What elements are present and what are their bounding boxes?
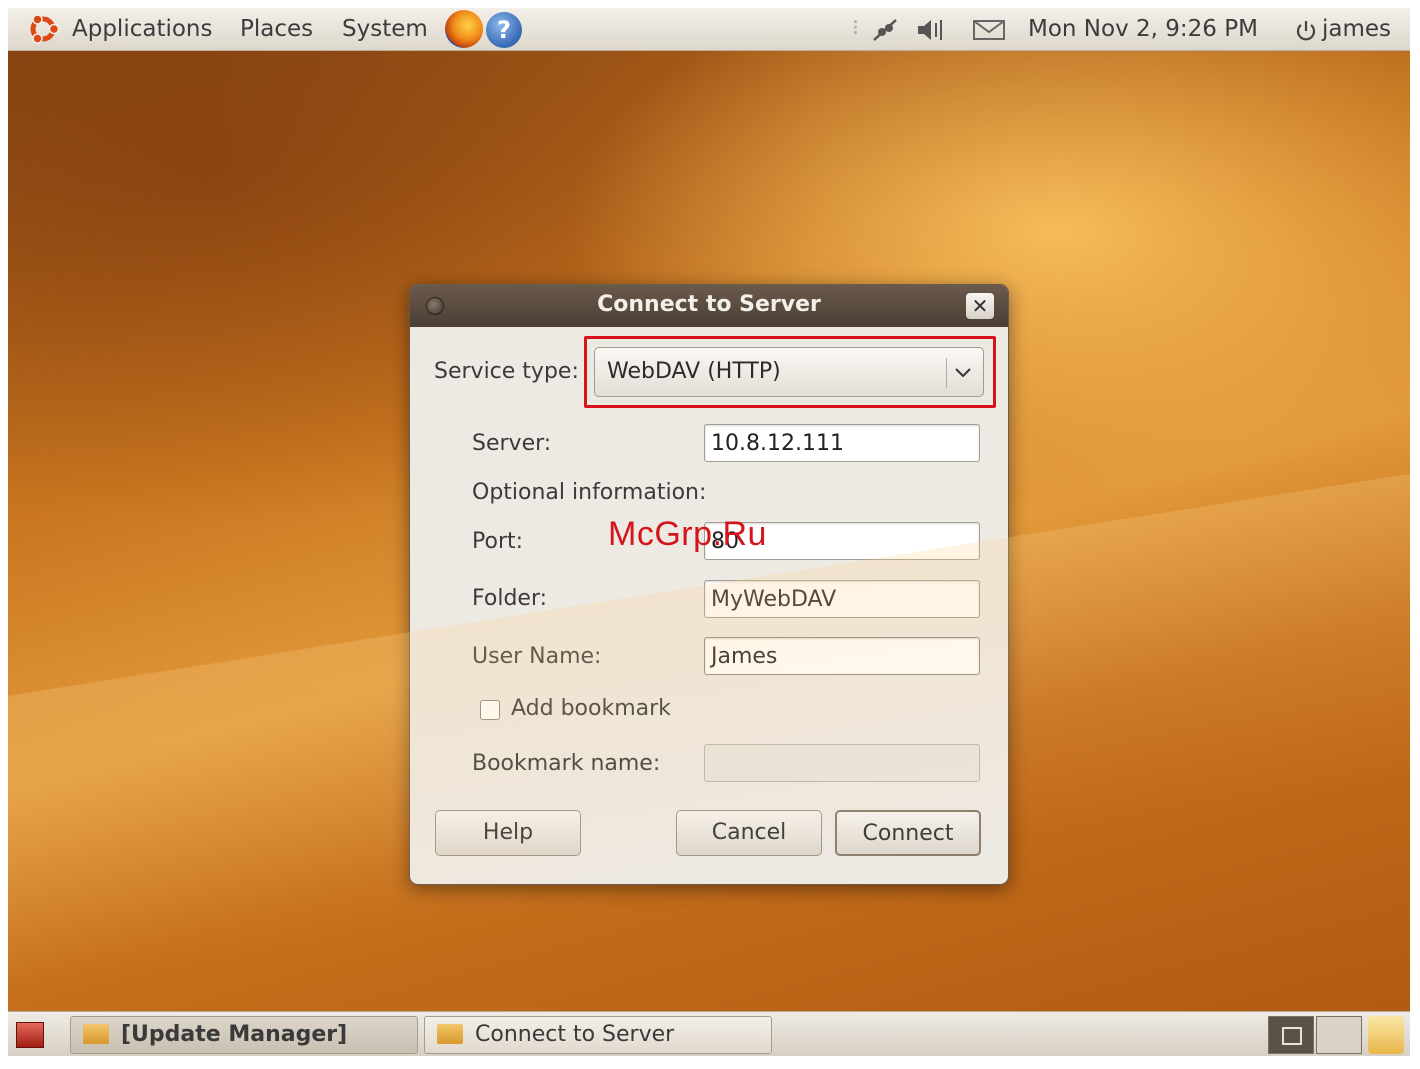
firefox-icon[interactable] xyxy=(445,10,483,48)
bottom-panel: [Update Manager] Connect to Server xyxy=(8,1011,1410,1056)
connect-to-server-dialog: Connect to Server ✕ Service type: WebDAV… xyxy=(409,284,1009,885)
mail-icon[interactable] xyxy=(972,18,1006,42)
username-field[interactable]: James xyxy=(704,637,980,675)
folder-icon xyxy=(437,1024,463,1044)
menu-places[interactable]: Places xyxy=(240,15,313,43)
dialog-title: Connect to Server xyxy=(597,292,821,317)
top-panel: Applications Places System ? ⁝ Mon Nov 2… xyxy=(8,8,1410,51)
power-icon[interactable] xyxy=(1294,19,1318,43)
task-label: Connect to Server xyxy=(475,1022,675,1047)
username-label: User Name: xyxy=(472,644,602,669)
show-desktop-icon[interactable] xyxy=(16,1022,44,1048)
port-label: Port: xyxy=(472,529,524,554)
folder-label: Folder: xyxy=(472,586,548,611)
workspace-2[interactable] xyxy=(1316,1016,1362,1054)
clock[interactable]: Mon Nov 2, 9:26 PM xyxy=(1028,15,1258,43)
add-bookmark-checkbox[interactable] xyxy=(480,700,500,720)
combo-separator xyxy=(946,358,947,388)
workspace-1[interactable] xyxy=(1268,1016,1314,1054)
server-field[interactable]: 10.8.12.111 xyxy=(704,424,980,462)
help-icon[interactable]: ? xyxy=(486,12,522,48)
dialog-titlebar[interactable]: Connect to Server ✕ xyxy=(410,285,1008,327)
task-connect-to-server[interactable]: Connect to Server xyxy=(424,1016,772,1054)
bookmark-name-label: Bookmark name: xyxy=(472,751,661,776)
menu-system[interactable]: System xyxy=(342,15,428,43)
optional-information-label: Optional information: xyxy=(472,480,707,505)
window-menu-icon[interactable] xyxy=(426,297,444,315)
cancel-button[interactable]: Cancel xyxy=(676,810,822,856)
help-button[interactable]: Help xyxy=(435,810,581,856)
chevron-down-icon xyxy=(955,368,971,378)
volume-icon[interactable] xyxy=(914,17,946,43)
connect-button[interactable]: Connect xyxy=(835,810,981,856)
panel-separator-icon: ⁝ xyxy=(852,16,859,41)
network-icon[interactable] xyxy=(870,16,900,44)
add-bookmark-label[interactable]: Add bookmark xyxy=(511,695,671,723)
bookmark-name-field[interactable] xyxy=(704,744,980,782)
folder-field[interactable]: MyWebDAV xyxy=(704,580,980,618)
service-type-value: WebDAV (HTTP) xyxy=(607,359,781,384)
menu-applications[interactable]: Applications xyxy=(72,15,213,43)
trash-icon[interactable] xyxy=(1368,1016,1404,1054)
user-name[interactable]: james xyxy=(1322,15,1391,43)
server-label: Server: xyxy=(472,431,552,456)
service-type-label: Service type: xyxy=(434,359,579,384)
ubuntu-logo-icon[interactable] xyxy=(26,12,60,46)
watermark: McGrp.Ru xyxy=(608,515,767,553)
task-update-manager[interactable]: [Update Manager] xyxy=(70,1016,418,1054)
task-label: [Update Manager] xyxy=(121,1022,348,1047)
close-button[interactable]: ✕ xyxy=(966,293,994,319)
service-type-select[interactable]: WebDAV (HTTP) xyxy=(594,347,984,397)
workspace-window-icon xyxy=(1282,1027,1302,1045)
update-manager-icon xyxy=(83,1024,109,1044)
